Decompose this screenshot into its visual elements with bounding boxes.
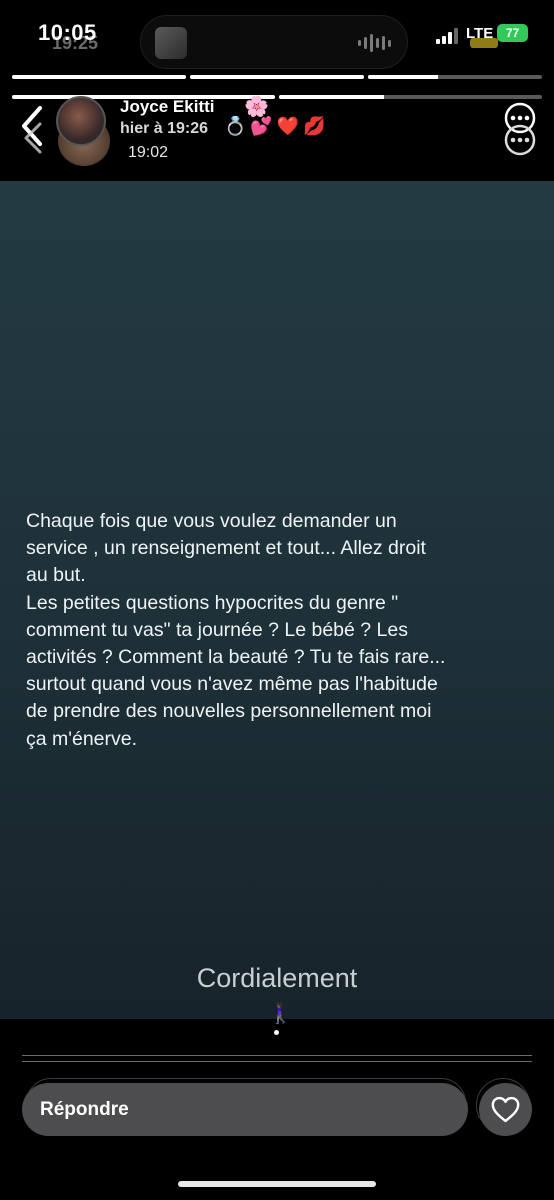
story-text: Chaque fois que vous voulez demander un … — [26, 510, 446, 750]
story-progress-segment-ghost — [279, 95, 542, 99]
story-posted-time: 19:02 — [128, 144, 169, 161]
story-progress-segment — [368, 75, 542, 79]
story-progress-bar — [12, 75, 542, 79]
now-playing-artwork — [155, 27, 187, 59]
avatar[interactable] — [56, 96, 106, 146]
story-content[interactable]: Chaque fois que vous voulez demander un … — [0, 181, 554, 1035]
more-options-icon — [504, 102, 536, 156]
audio-wave-icon — [358, 34, 391, 52]
divider — [22, 1055, 532, 1056]
reply-input[interactable]: Répondre — [22, 1083, 468, 1136]
signal-icon — [436, 28, 458, 44]
story-username[interactable]: Joyce Ekitti — [120, 97, 215, 117]
divider — [22, 1061, 532, 1062]
home-indicator[interactable] — [178, 1181, 376, 1187]
dynamic-island[interactable] — [140, 15, 408, 69]
story-signoff: Cordialement — [196, 963, 358, 993]
story-progress-segment — [190, 75, 364, 79]
story-progress-segment-fill — [12, 75, 186, 79]
battery-level: 77 — [505, 26, 520, 40]
like-button[interactable] — [479, 1083, 532, 1136]
story-progress-segment-fill — [190, 75, 364, 79]
story-progress-segment-ghost-fill — [279, 95, 385, 99]
name-emojis: 💍💕❤️💋 — [224, 116, 330, 136]
status-time: 10:05 — [38, 20, 97, 45]
more-options-button[interactable] — [500, 102, 540, 158]
heart-icon — [491, 1096, 520, 1123]
network-label: LTE — [466, 25, 494, 42]
back-chevron-icon — [22, 106, 42, 154]
battery-icon: 77 — [497, 24, 528, 42]
back-button[interactable] — [14, 104, 50, 156]
story-progress-segment — [12, 75, 186, 79]
story-progress-segment-fill — [368, 75, 438, 79]
page-dot — [274, 1030, 279, 1035]
walking-emoji: 🚶🏿‍♀️ — [268, 1003, 293, 1025]
status-bar: 19:25 10:05 LTE 77 — [0, 0, 554, 70]
story-timestamp-ghost: hier à 19:26 — [120, 120, 209, 137]
